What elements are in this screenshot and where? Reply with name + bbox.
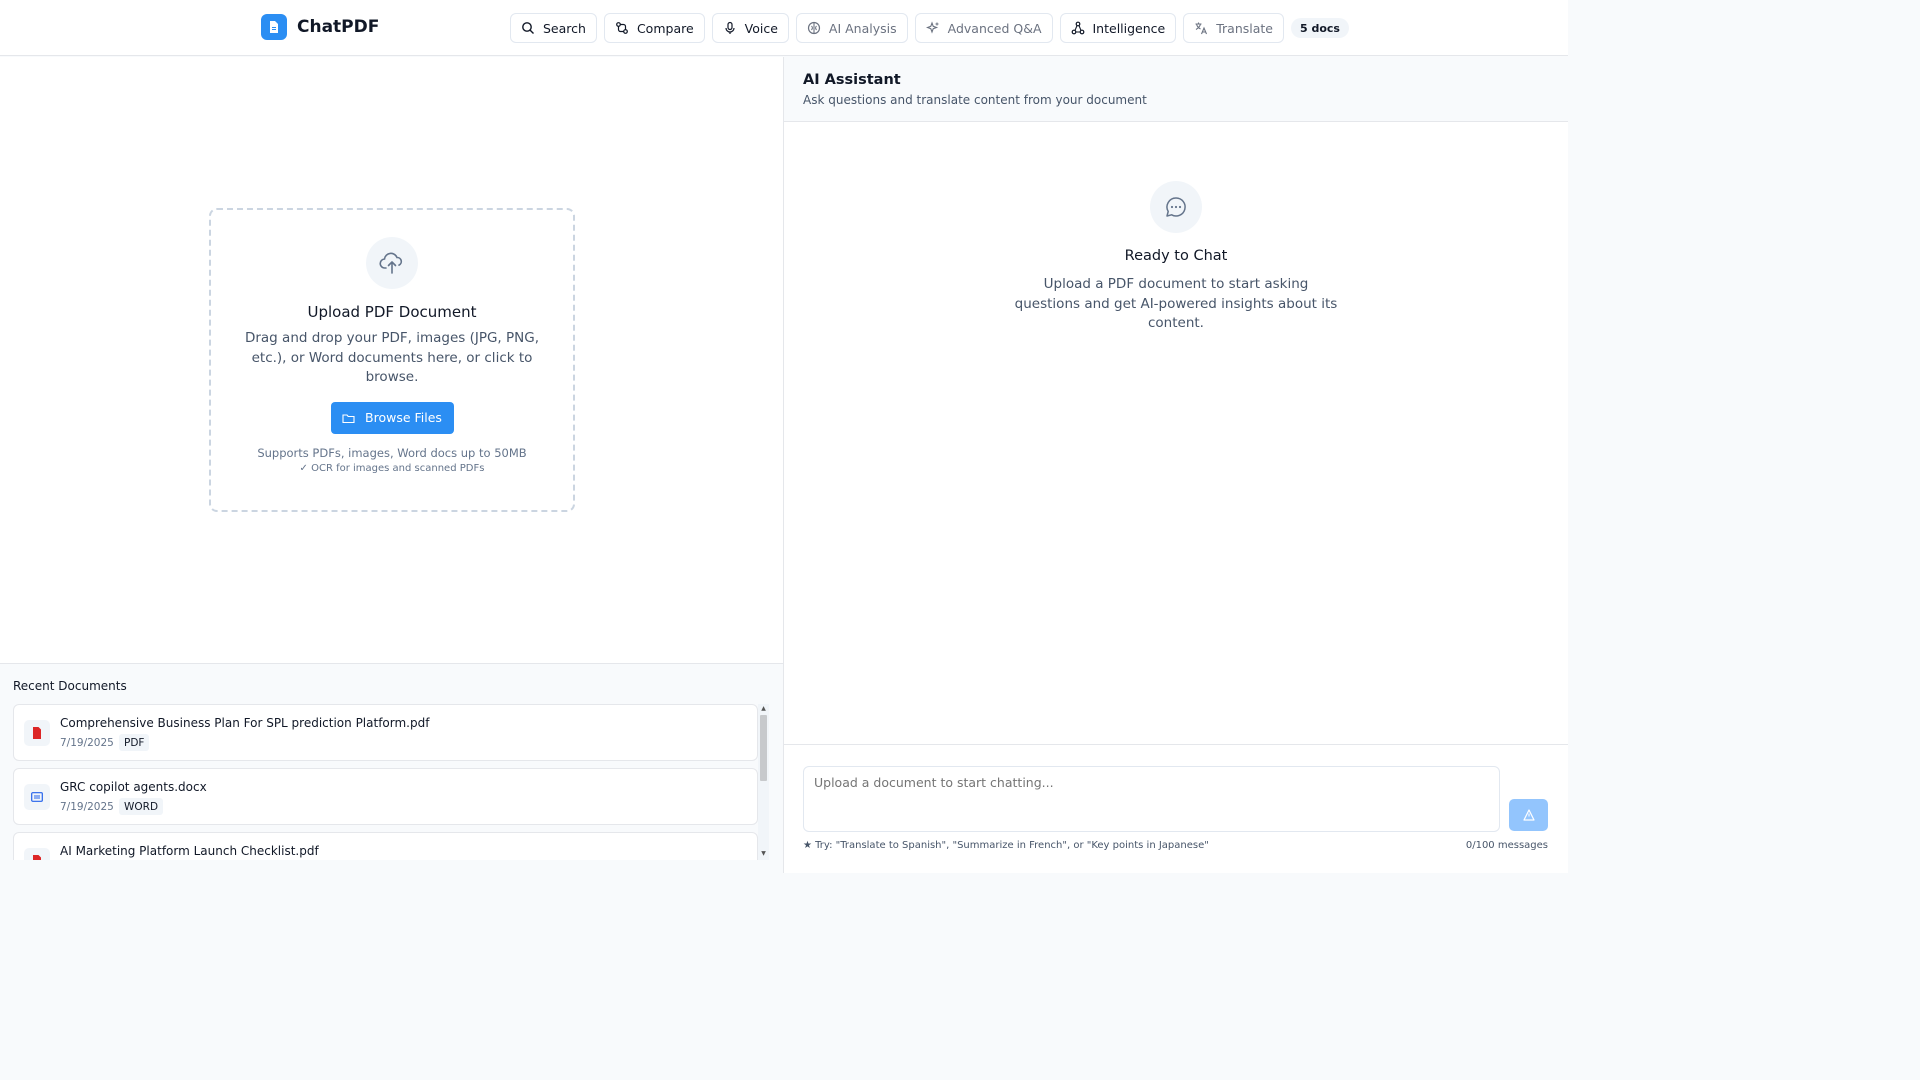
list-item[interactable]: Comprehensive Business Plan For SPL pred… bbox=[13, 704, 758, 761]
recent-documents-list: Comprehensive Business Plan For SPL pred… bbox=[13, 704, 758, 860]
intelligence-button-label: Intelligence bbox=[1092, 20, 1166, 36]
advanced-qa-button[interactable]: Advanced Q&A bbox=[914, 13, 1053, 43]
search-icon bbox=[522, 22, 534, 34]
app-name: ChatPDF bbox=[297, 17, 380, 37]
document-name: GRC copilot agents.docx bbox=[60, 780, 207, 794]
brand[interactable]: ChatPDF bbox=[261, 14, 379, 40]
ai-assistant-title: AI Assistant bbox=[803, 72, 901, 88]
document-type-badge: PDF bbox=[119, 734, 150, 751]
chat-composer: ★ Try: "Translate to Spanish", "Summariz… bbox=[784, 744, 1568, 873]
send-button[interactable] bbox=[1509, 799, 1548, 831]
compare-icon bbox=[616, 22, 628, 34]
intelligence-button[interactable]: Intelligence bbox=[1059, 13, 1177, 43]
advanced-qa-button-label: Advanced Q&A bbox=[947, 20, 1042, 36]
upload-title: Upload PDF Document bbox=[307, 303, 477, 321]
document-logo-icon bbox=[261, 14, 287, 40]
top-bar: ChatPDF Search Compare Voice AI Analysis… bbox=[0, 0, 1568, 56]
translate-button-label: Translate bbox=[1216, 20, 1273, 36]
browse-files-button[interactable]: Browse Files bbox=[330, 401, 454, 434]
translate-button[interactable]: Translate bbox=[1183, 13, 1284, 43]
brain-icon bbox=[807, 21, 821, 35]
top-nav: Search Compare Voice AI Analysis Advance… bbox=[510, 13, 1349, 43]
ready-description: Upload a PDF document to start asking qu… bbox=[1014, 276, 1338, 331]
upload-support-text: Supports PDFs, images, Word docs up to 5… bbox=[257, 445, 527, 460]
ocr-note: ✓ OCR for images and scanned PDFs bbox=[299, 462, 485, 474]
list-item[interactable]: AI Marketing Platform Launch Checklist.p… bbox=[13, 832, 758, 860]
ai-analysis-button[interactable]: AI Analysis bbox=[795, 13, 908, 43]
document-name: AI Marketing Platform Launch Checklist.p… bbox=[60, 844, 319, 858]
word-file-icon bbox=[24, 784, 50, 810]
microphone-icon bbox=[725, 21, 735, 34]
pdf-file-icon bbox=[24, 720, 50, 746]
recent-documents-scrollbar[interactable]: ▲ ▼ bbox=[758, 704, 769, 860]
ready-title: Ready to Chat bbox=[1124, 248, 1228, 264]
pdf-file-icon bbox=[24, 848, 50, 860]
scroll-up-icon[interactable]: ▲ bbox=[760, 705, 767, 713]
docs-count-badge: 5 docs bbox=[1291, 18, 1349, 38]
ai-analysis-button-label: AI Analysis bbox=[828, 20, 897, 36]
ai-assistant-header: AI Assistant Ask questions and translate… bbox=[784, 57, 1568, 122]
search-button-label: Search bbox=[543, 20, 586, 36]
recent-documents-title: Recent Documents bbox=[13, 679, 127, 693]
send-icon bbox=[1522, 809, 1535, 821]
browse-files-label: Browse Files bbox=[365, 410, 442, 425]
compare-button[interactable]: Compare bbox=[603, 13, 705, 43]
list-item[interactable]: GRC copilot agents.docx 7/19/2025 WORD bbox=[13, 768, 758, 825]
voice-button[interactable]: Voice bbox=[711, 13, 789, 43]
folder-icon bbox=[342, 413, 355, 423]
upload-pane: Upload PDF Document Drag and drop your P… bbox=[0, 57, 783, 663]
voice-button-label: Voice bbox=[744, 20, 778, 36]
upload-description: Drag and drop your PDF, images (JPG, PNG… bbox=[244, 330, 540, 385]
network-icon bbox=[1071, 21, 1084, 35]
document-name: Comprehensive Business Plan For SPL pred… bbox=[60, 716, 430, 730]
ai-assistant-panel: AI Assistant Ask questions and translate… bbox=[784, 57, 1568, 873]
document-type-badge: WORD bbox=[119, 798, 164, 815]
sparkles-icon bbox=[925, 21, 939, 34]
bottom-strip bbox=[784, 873, 1568, 882]
scroll-down-icon[interactable]: ▼ bbox=[760, 850, 767, 858]
prompt-hint: ★ Try: "Translate to Spanish", "Summariz… bbox=[803, 840, 1209, 851]
search-button[interactable]: Search bbox=[510, 13, 597, 43]
chat-bubble-icon bbox=[1150, 181, 1202, 233]
cloud-upload-icon bbox=[366, 237, 418, 289]
document-date: 7/19/2025 bbox=[60, 801, 114, 813]
compare-button-label: Compare bbox=[636, 20, 694, 36]
document-date: 7/19/2025 bbox=[60, 737, 114, 749]
upload-dropzone[interactable]: Upload PDF Document Drag and drop your P… bbox=[209, 208, 575, 512]
translate-icon bbox=[1195, 22, 1208, 35]
scroll-thumb[interactable] bbox=[760, 715, 767, 781]
recent-documents: Recent Documents Comprehensive Business … bbox=[0, 663, 783, 882]
message-counter: 0/100 messages bbox=[1465, 840, 1548, 851]
ai-assistant-subtitle: Ask questions and translate content from… bbox=[803, 93, 1147, 107]
chat-input[interactable] bbox=[803, 766, 1500, 832]
